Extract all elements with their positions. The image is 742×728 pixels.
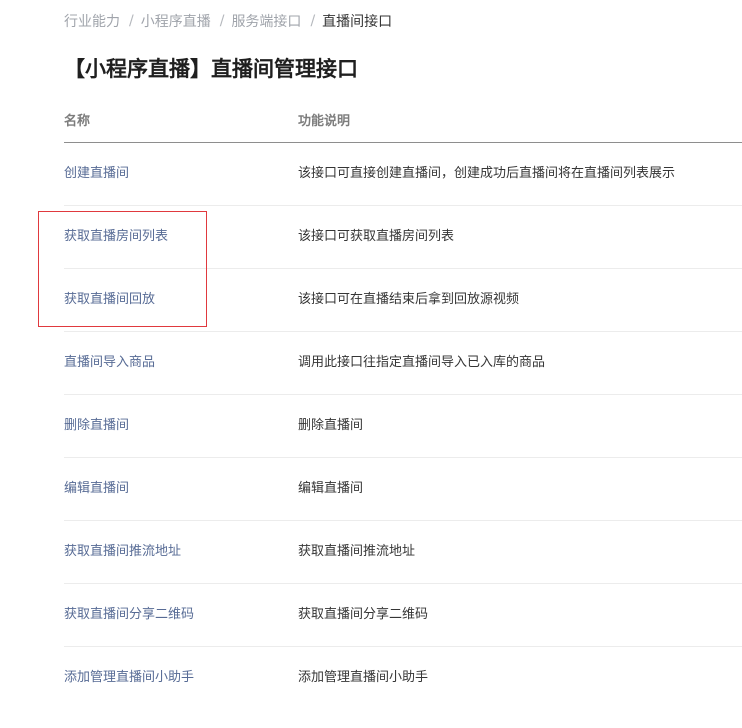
api-description: 获取直播间推流地址: [298, 544, 416, 559]
api-link-get-share-qrcode[interactable]: 获取直播间分享二维码: [64, 604, 194, 626]
api-link-delete-room[interactable]: 删除直播间: [64, 415, 129, 437]
api-description: 该接口可获取直播房间列表: [298, 229, 455, 244]
table-row: 获取直播间回放 该接口可在直播结束后拿到回放源视频: [64, 269, 742, 332]
table-row: 获取直播房间列表 该接口可获取直播房间列表: [64, 206, 742, 269]
page-title: 【小程序直播】直播间管理接口: [64, 57, 358, 81]
api-description: 调用此接口往指定直播间导入已入库的商品: [298, 355, 546, 370]
column-header-name: 名称: [64, 114, 91, 129]
api-link-get-room-list[interactable]: 获取直播房间列表: [64, 226, 168, 248]
api-link-get-push-url[interactable]: 获取直播间推流地址: [64, 541, 181, 563]
table-row: 创建直播间 该接口可直接创建直播间，创建成功后直播间将在直播间列表展示: [64, 143, 742, 206]
api-link-import-goods[interactable]: 直播间导入商品: [64, 352, 155, 374]
api-link-create-room[interactable]: 创建直播间: [64, 163, 129, 185]
breadcrumb-separator: /: [310, 13, 316, 29]
api-description: 该接口可直接创建直播间，创建成功后直播间将在直播间列表展示: [298, 166, 676, 181]
api-link-get-replay[interactable]: 获取直播间回放: [64, 289, 155, 311]
table-header: 名称 功能说明: [64, 103, 742, 143]
api-description: 编辑直播间: [298, 481, 364, 496]
api-link-edit-room[interactable]: 编辑直播间: [64, 478, 129, 500]
table-row: 编辑直播间 编辑直播间: [64, 458, 742, 521]
column-header-description: 功能说明: [298, 114, 351, 129]
breadcrumb-item-mini-program-live[interactable]: 小程序直播: [141, 11, 211, 31]
breadcrumb-item-server-api[interactable]: 服务端接口: [231, 11, 301, 31]
table-row: 添加管理直播间小助手 添加管理直播间小助手: [64, 647, 742, 709]
breadcrumb-separator: /: [129, 13, 134, 29]
breadcrumb-item-industry-capability[interactable]: 行业能力: [64, 11, 120, 31]
api-description: 该接口可在直播结束后拿到回放源视频: [298, 292, 520, 307]
api-table: 名称 功能说明 创建直播间 该接口可直接创建直播间，创建成功后直播间将在直播间列…: [64, 103, 742, 709]
breadcrumb-item-current: 直播间接口: [322, 14, 393, 30]
table-body: 创建直播间 该接口可直接创建直播间，创建成功后直播间将在直播间列表展示 获取直播…: [64, 143, 742, 709]
api-link-add-assistant[interactable]: 添加管理直播间小助手: [64, 667, 194, 689]
breadcrumb-separator: /: [219, 13, 225, 29]
table-row: 获取直播间分享二维码 获取直播间分享二维码: [64, 584, 742, 647]
api-description: 获取直播间分享二维码: [298, 607, 429, 622]
table-row: 直播间导入商品 调用此接口往指定直播间导入已入库的商品: [64, 332, 742, 395]
breadcrumb: 行业能力 / 小程序直播 / 服务端接口 / 直播间接口: [64, 11, 392, 31]
api-description: 添加管理直播间小助手: [298, 670, 429, 685]
table-row: 删除直播间 删除直播间: [64, 395, 742, 458]
api-description: 删除直播间: [298, 418, 364, 433]
table-row: 获取直播间推流地址 获取直播间推流地址: [64, 521, 742, 584]
